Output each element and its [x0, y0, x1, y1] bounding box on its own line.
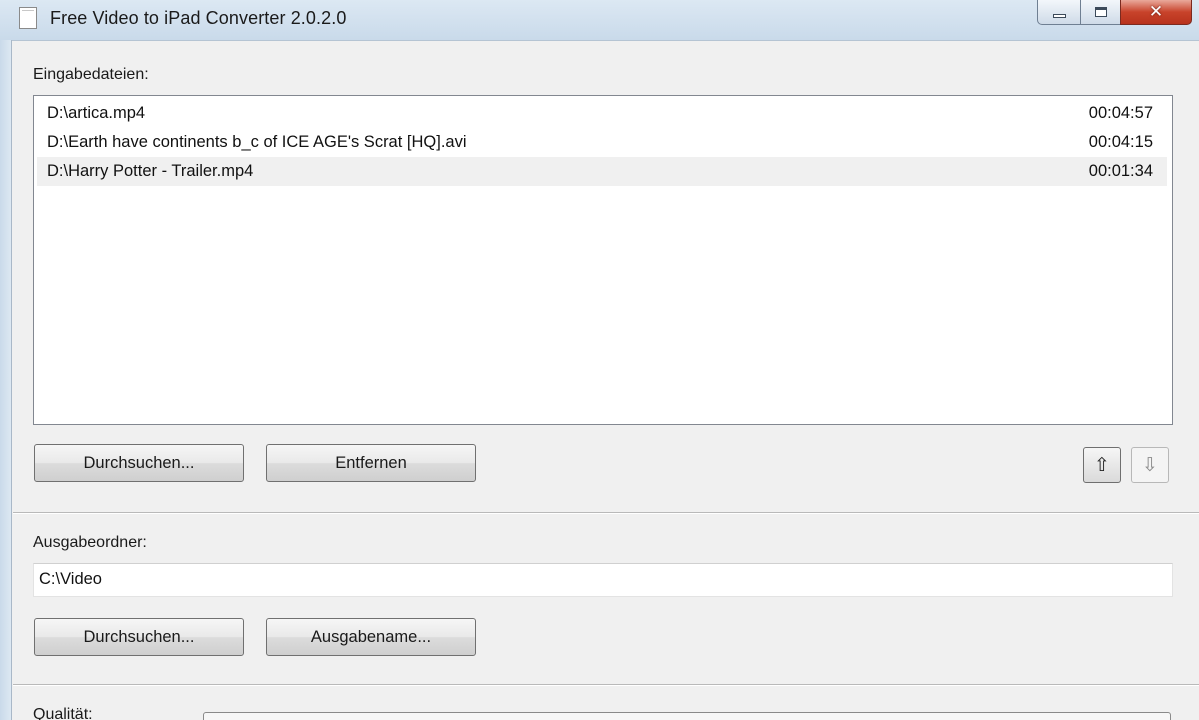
list-item[interactable]: D:\artica.mp4 00:04:57 [37, 99, 1167, 128]
section-divider [13, 512, 1199, 514]
output-name-button[interactable]: Ausgabename... [266, 618, 476, 656]
close-icon: ✕ [1148, 2, 1164, 22]
input-files-label: Eingabedateien: [33, 66, 149, 83]
file-duration: 00:01:34 [1088, 162, 1153, 180]
move-up-button[interactable]: ⇧ [1083, 447, 1121, 483]
arrow-up-icon: ⇧ [1094, 454, 1110, 476]
maximize-button[interactable] [1080, 0, 1121, 25]
window-title: Free Video to iPad Converter 2.0.2.0 [50, 8, 347, 28]
file-name: D:\Earth have continents b_c of ICE AGE'… [47, 133, 467, 151]
file-name: D:\Harry Potter - Trailer.mp4 [47, 162, 254, 180]
quality-label: Qualität: [33, 706, 93, 720]
section-divider [13, 684, 1199, 686]
browse-output-button[interactable]: Durchsuchen... [34, 618, 244, 656]
list-item-selected[interactable]: D:\Harry Potter - Trailer.mp4 00:01:34 [37, 157, 1167, 186]
file-duration: 00:04:57 [1088, 104, 1153, 122]
file-duration: 00:04:15 [1088, 133, 1153, 151]
app-icon [19, 7, 37, 29]
remove-button[interactable]: Entfernen [266, 444, 476, 482]
title-bar[interactable]: Free Video to iPad Converter 2.0.2.0 ✕ [0, 0, 1199, 41]
output-folder-field[interactable]: C:\Video [33, 563, 1173, 597]
list-item[interactable]: D:\Earth have continents b_c of ICE AGE'… [37, 128, 1167, 157]
browse-input-button[interactable]: Durchsuchen... [34, 444, 244, 482]
minimize-button[interactable] [1037, 0, 1081, 25]
quality-select[interactable] [203, 712, 1171, 720]
input-files-list[interactable]: D:\artica.mp4 00:04:57 D:\Earth have con… [33, 95, 1173, 425]
window-left-border [0, 40, 12, 720]
minimize-icon [1052, 14, 1066, 18]
file-name: D:\artica.mp4 [47, 104, 146, 122]
maximize-icon [1094, 7, 1107, 17]
main-window: Free Video to iPad Converter 2.0.2.0 ✕ E… [0, 0, 1199, 720]
move-down-button[interactable]: ⇩ [1131, 447, 1169, 483]
output-folder-label: Ausgabeordner: [33, 534, 147, 551]
arrow-down-icon: ⇩ [1142, 454, 1158, 476]
close-button[interactable]: ✕ [1120, 0, 1192, 25]
